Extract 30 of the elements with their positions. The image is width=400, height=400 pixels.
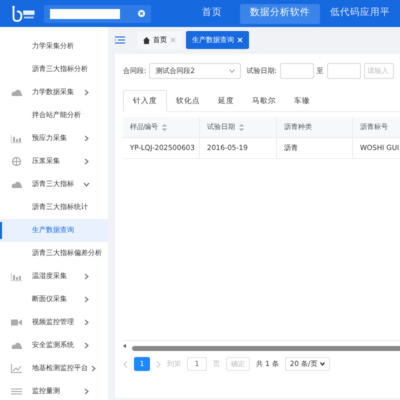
home-icon <box>143 36 150 44</box>
bar-chart-icon <box>11 134 22 143</box>
logo-icon <box>10 4 36 24</box>
sort-icon <box>162 124 167 130</box>
nav-link[interactable]: 低代码应用平 <box>320 4 400 24</box>
sort-icon <box>239 124 244 130</box>
nav-link[interactable]: 数据分析软件 <box>240 4 320 24</box>
caret-down-icon <box>320 362 326 366</box>
scrollbar[interactable] <box>132 346 400 351</box>
previous-icon <box>123 360 128 368</box>
video-camera-icon <box>11 318 22 327</box>
next-icon <box>156 360 161 368</box>
clear-icon <box>138 10 145 17</box>
scroll-left-icon <box>123 344 126 348</box>
date-input[interactable] <box>326 63 361 79</box>
list-icon <box>11 387 22 396</box>
cloud-icon <box>11 180 22 189</box>
date-input[interactable] <box>280 63 314 79</box>
bar-chart-icon <box>11 272 22 281</box>
cloud-icon <box>11 341 22 350</box>
close-icon <box>170 37 176 43</box>
nav-link[interactable]: 首页 <box>192 4 232 24</box>
close-icon <box>237 37 243 43</box>
search-field[interactable] <box>44 4 151 22</box>
line-chart-icon <box>11 364 22 373</box>
menu-icon <box>115 36 125 44</box>
caret-down-icon <box>229 69 236 73</box>
cloud-icon <box>11 88 22 97</box>
redacted-text <box>50 8 120 18</box>
globe-icon <box>11 157 22 166</box>
